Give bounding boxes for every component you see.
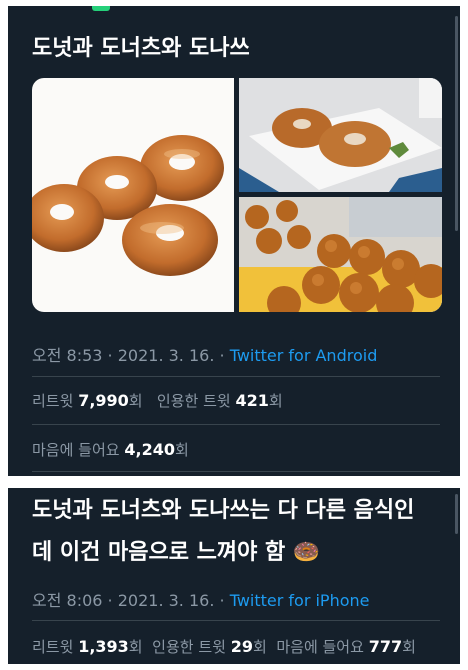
quotes-stat[interactable]: 인용한 트윗 421회 (156, 391, 283, 410)
quotes-label: 인용한 트윗 (152, 638, 226, 656)
likes-stat[interactable]: 마음에 들어요 777회 (276, 637, 416, 656)
tweet-meta: 오전 8:53 · 2021. 3. 16. · Twitter for And… (32, 342, 377, 366)
tweet-text-line-2: 데 이건 마음으로 느껴야 함 🍩 (32, 540, 321, 565)
tweet-stats: 리트윗 1,393회 인용한 트윗 29회 마음에 들어요 777회 (32, 636, 416, 657)
tweet-time[interactable]: 오전 8:53 (32, 346, 102, 365)
tweet-date[interactable]: 2021. 3. 16. (118, 591, 215, 610)
scrollbar[interactable] (455, 494, 458, 534)
donuts-on-plate-photo[interactable] (239, 78, 442, 192)
quotes-suffix: 회 (268, 392, 283, 410)
divider (32, 424, 440, 425)
meta-separator: · (102, 591, 118, 610)
tweet-meta: 오전 8:06 · 2021. 3. 16. · Twitter for iPh… (32, 587, 370, 611)
quotes-stat[interactable]: 인용한 트윗 29회 (152, 637, 267, 656)
retweets-suffix: 회 (128, 392, 143, 410)
mini-donut-balls-photo[interactable] (239, 197, 442, 312)
tweet-media-grid[interactable] (32, 78, 442, 312)
retweets-stat[interactable]: 리트윗 7,990회 (32, 391, 143, 410)
retweets-label: 리트윗 (32, 392, 74, 410)
tweet-source-link[interactable]: Twitter for iPhone (230, 591, 370, 610)
quotes-count: 29 (230, 637, 253, 656)
retweets-label: 리트윗 (32, 638, 74, 656)
likes-count: 4,240 (124, 440, 175, 459)
tweet-text-line-1: 도넛과 도너츠와 도나쓰는 다 다른 음식인 (32, 498, 415, 523)
likes-suffix: 회 (402, 638, 416, 656)
likes-suffix: 회 (174, 441, 189, 459)
tweet-date[interactable]: 2021. 3. 16. (118, 346, 215, 365)
scrollbar[interactable] (455, 16, 458, 231)
top-indicator (92, 6, 110, 11)
tweet-source-link[interactable]: Twitter for Android (230, 346, 378, 365)
meta-separator: · (214, 591, 230, 610)
quotes-suffix: 회 (252, 638, 267, 656)
quotes-label: 인용한 트윗 (156, 392, 231, 410)
retweets-count: 1,393 (78, 637, 129, 656)
quotes-count: 421 (235, 391, 269, 410)
likes-label: 마음에 들어요 (32, 441, 120, 459)
tweet-card-1: 도넛과 도너츠와 도나쓰 오전 8:53 · 2021. 3. 16. · Tw… (8, 6, 460, 476)
glazed-donuts-photo[interactable] (32, 78, 234, 312)
likes-count: 777 (368, 637, 403, 656)
retweets-stat[interactable]: 리트윗 1,393회 (32, 637, 143, 656)
meta-separator: · (102, 346, 118, 365)
tweet-stats: 리트윗 7,990회 인용한 트윗 421회 (32, 390, 283, 411)
tweet-text: 도넛과 도너츠와 도나쓰는 다 다른 음식인 데 이건 마음으로 느껴야 함 🍩 (32, 490, 414, 574)
divider (32, 620, 440, 621)
meta-separator: · (214, 346, 230, 365)
divider (32, 376, 440, 377)
likes-stat[interactable]: 마음에 들어요 4,240회 (32, 439, 189, 460)
divider (32, 471, 440, 472)
tweet-text: 도넛과 도너츠와 도나쓰 (32, 36, 250, 61)
likes-label: 마음에 들어요 (276, 638, 364, 656)
tweet-time[interactable]: 오전 8:06 (32, 591, 102, 610)
retweets-count: 7,990 (78, 391, 129, 410)
retweets-suffix: 회 (128, 638, 143, 656)
tweet-card-2: 도넛과 도너츠와 도나쓰는 다 다른 음식인 데 이건 마음으로 느껴야 함 🍩… (8, 488, 460, 664)
